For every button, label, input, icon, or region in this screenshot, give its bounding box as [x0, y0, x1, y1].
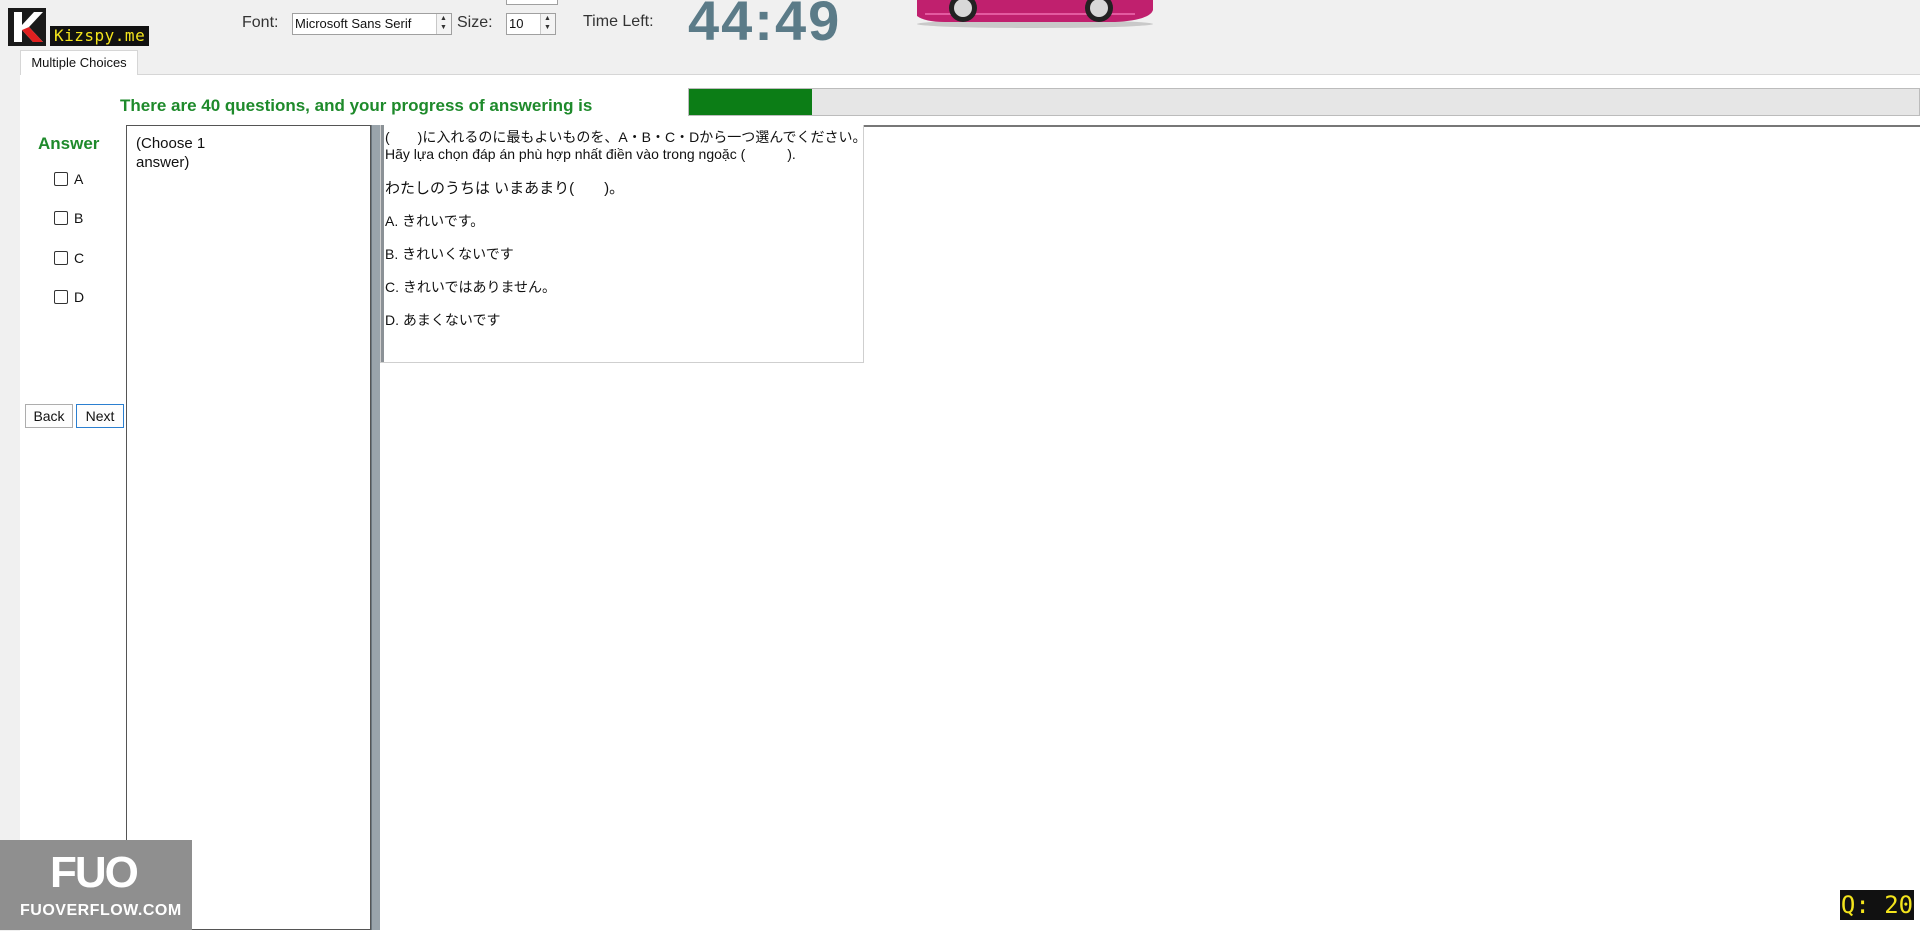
- car-image: [915, 0, 1155, 30]
- checkbox-d[interactable]: [54, 290, 68, 304]
- question-box: ( )に入れるのに最もよいものを、A・B・C・Dから一つ選んでください。 Hãy…: [380, 125, 867, 363]
- choice-text: きれいです。: [402, 213, 485, 229]
- progress-bar-fill: [689, 89, 812, 115]
- font-select-spinner[interactable]: ▲ ▼: [436, 14, 451, 34]
- size-stepper[interactable]: 10 ▲ ▼: [506, 13, 556, 35]
- font-select-value: Microsoft Sans Serif: [295, 16, 412, 31]
- watermark: FUO FUOVERFLOW.COM: [0, 840, 192, 930]
- choice-letter: C.: [385, 279, 399, 295]
- choice-letter: B.: [385, 246, 399, 262]
- choice-c: C. きれいではありません。: [385, 277, 556, 297]
- back-button[interactable]: Back: [25, 404, 73, 428]
- choice-b: B. きれいくないです: [385, 244, 514, 264]
- hidden-field-edge: [506, 0, 558, 5]
- checkbox-c[interactable]: [54, 251, 68, 265]
- choice-letter: A.: [385, 213, 399, 229]
- choice-a: A. きれいです。: [385, 211, 484, 231]
- answer-option-b[interactable]: B: [54, 209, 83, 227]
- answer-option-label: A: [74, 171, 84, 187]
- answer-option-label: D: [74, 289, 85, 305]
- choice-letter: D.: [385, 312, 399, 328]
- size-value: 10: [509, 16, 524, 31]
- answer-option-label: C: [74, 250, 85, 266]
- progress-bar: [688, 88, 1920, 116]
- panel-splitter[interactable]: [371, 125, 380, 930]
- answer-option-d[interactable]: D: [54, 288, 84, 306]
- font-label: Font:: [242, 14, 279, 31]
- brand-name: Kizspy.me: [50, 26, 150, 46]
- answer-title: Answer: [38, 134, 100, 153]
- app-logo: Kizspy.me: [8, 8, 150, 48]
- question-instruction-vi: Hãy lựa chọn đáp án phù hợp nhất điền và…: [385, 146, 796, 162]
- size-label: Size:: [457, 14, 493, 31]
- choice-text: きれいではありません。: [402, 279, 557, 295]
- k-logo-icon: [8, 8, 46, 46]
- next-button[interactable]: Next: [76, 404, 124, 428]
- watermark-site: FUOVERFLOW.COM: [20, 902, 182, 919]
- instruction-text: (Choose 1 answer): [136, 135, 206, 171]
- checkbox-b[interactable]: [54, 211, 68, 225]
- answer-option-a[interactable]: A: [54, 170, 83, 188]
- watermark-logo: FUO: [50, 848, 139, 897]
- question-sentence: わたしのうちは いまあまり( )。: [385, 180, 625, 197]
- progress-label: There are 40 questions, and your progres…: [120, 96, 593, 115]
- time-left-label: Time Left:: [583, 13, 654, 30]
- size-spinner[interactable]: ▲ ▼: [540, 14, 555, 34]
- tab-multiple-choices[interactable]: Multiple Choices: [20, 50, 138, 75]
- answer-option-label: B: [74, 210, 84, 226]
- choice-text: あまくないです: [402, 312, 501, 328]
- instruction-box: (Choose 1 answer): [126, 125, 371, 930]
- countdown-timer: 44:49: [688, 0, 842, 52]
- question-counter: Q: 20: [1840, 890, 1914, 920]
- question-box-border: [381, 125, 384, 362]
- choice-d: D. あまくないです: [385, 310, 500, 330]
- answer-option-c[interactable]: C: [54, 249, 84, 267]
- choice-text: きれいくないです: [402, 246, 514, 262]
- checkbox-a[interactable]: [54, 172, 68, 186]
- font-select[interactable]: Microsoft Sans Serif ▲ ▼: [292, 13, 452, 35]
